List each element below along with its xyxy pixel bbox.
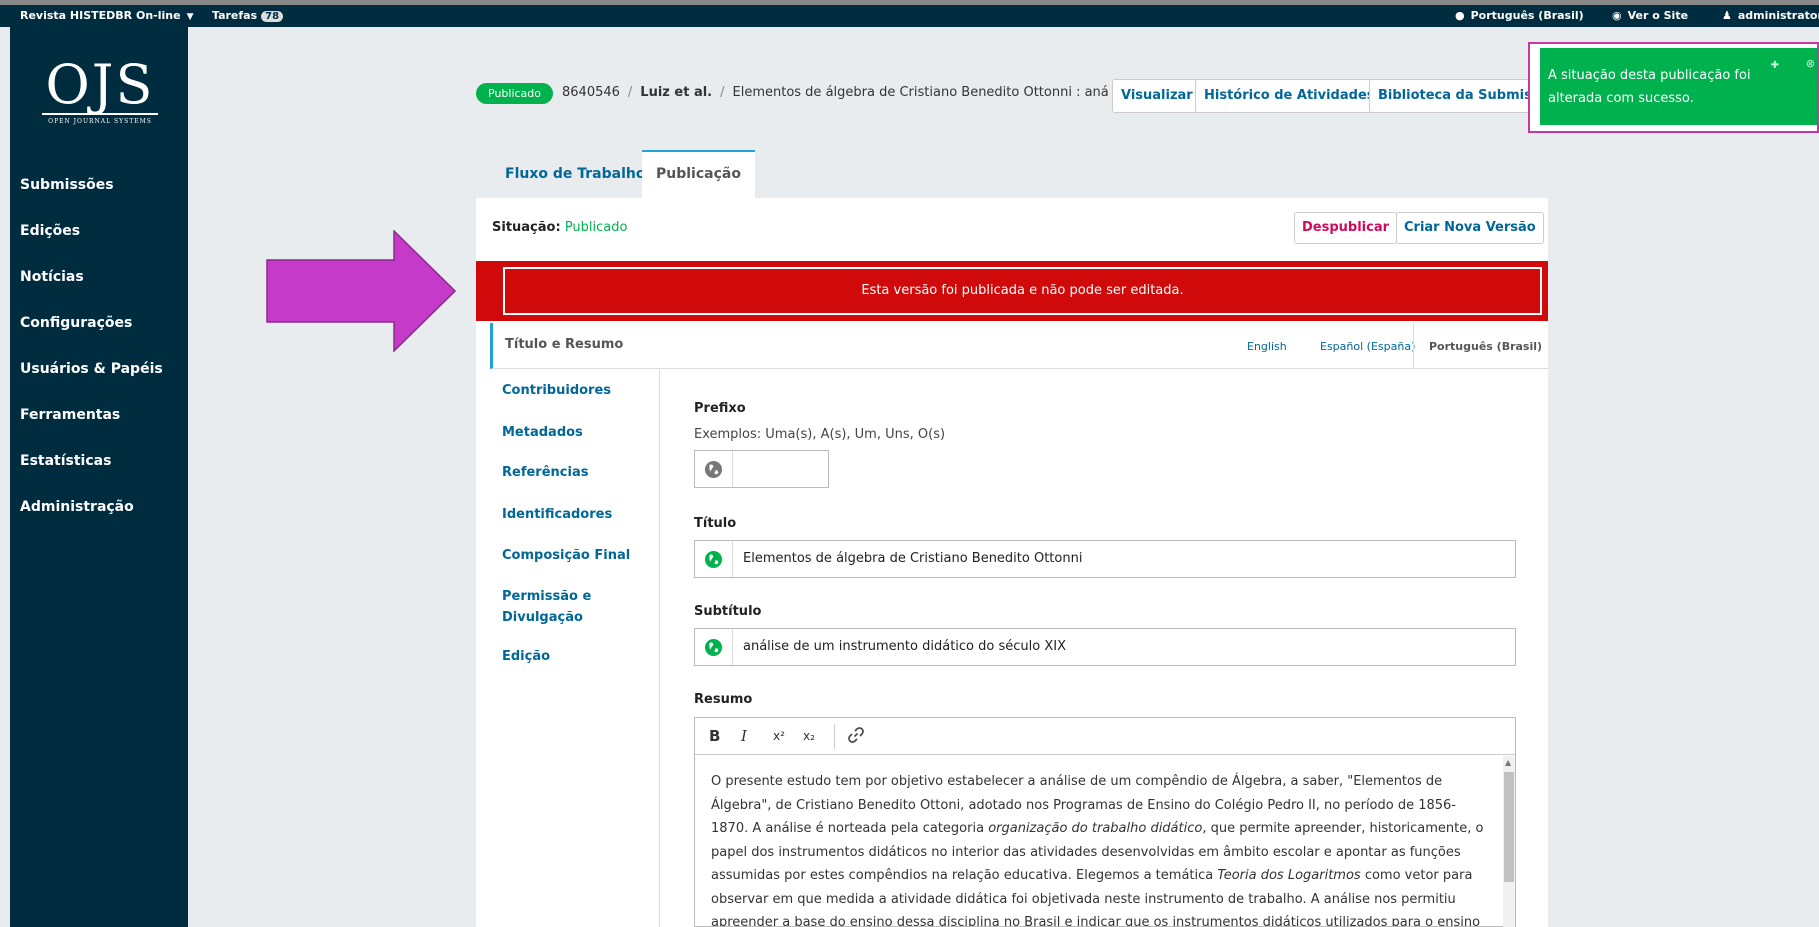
context-switcher[interactable]: Revista HISTEDBR On-line ▼ xyxy=(20,9,194,22)
sidebar-nav: Submissões Edições Notícias Configuraçõe… xyxy=(20,162,163,530)
lang-english[interactable]: English xyxy=(1247,340,1287,353)
globe-icon xyxy=(695,629,733,665)
subnav-identifiers[interactable]: Identificadores xyxy=(502,504,612,525)
breadcrumb-separator: / xyxy=(720,85,725,100)
abstract-editor[interactable]: B I x² x₂ O presente estudo tem por obje… xyxy=(694,717,1516,927)
prefix-hint: Exemplos: Uma(s), A(s), Um, Uns, O(s) xyxy=(694,427,946,442)
sidebar-item-tools[interactable]: Ferramentas xyxy=(20,392,163,438)
abstract-label: Resumo xyxy=(694,692,753,707)
title-input[interactable]: Elementos de álgebra de Cristiano Benedi… xyxy=(694,540,1516,578)
submission-authors: Luiz et al. xyxy=(640,85,713,100)
superscript-button[interactable]: x² xyxy=(773,729,785,743)
eye-icon: ◉ xyxy=(1612,9,1622,22)
view-button[interactable]: Visualizar xyxy=(1112,79,1202,113)
lang-portuguese[interactable]: Português (Brasil) xyxy=(1429,340,1542,353)
user-icon: ♟ xyxy=(1722,9,1732,22)
subnav-permissions-line1: Permissão e xyxy=(502,589,592,604)
tab-publication[interactable]: Publicação xyxy=(642,150,755,198)
toolbar-divider xyxy=(834,724,835,749)
status-badge: Publicado xyxy=(476,83,554,104)
status-label: Situação: xyxy=(492,220,561,235)
subnav-permissions-line2: Divulgação xyxy=(502,610,583,625)
ojs-logo[interactable]: OJS OPEN JOURNAL SYSTEMS xyxy=(35,57,165,125)
sidebar-item-settings[interactable]: Configurações xyxy=(20,300,163,346)
success-notification: ✚ ⊗ A situação desta publicação foi alte… xyxy=(1528,42,1819,133)
unpublish-button[interactable]: Despublicar xyxy=(1294,212,1398,244)
section-title[interactable]: Título e Resumo xyxy=(505,337,623,352)
pin-icon[interactable]: ✚ xyxy=(1771,54,1779,77)
notification-text: A situação desta publicação foi alterada… xyxy=(1548,68,1751,106)
notification-body: ✚ ⊗ A situação desta publicação foi alte… xyxy=(1540,48,1817,125)
section-header: Título e Resumo English Español (España)… xyxy=(490,323,1548,369)
tasks-link[interactable]: Tarefas 78 xyxy=(212,9,284,22)
subnav-references[interactable]: Referências xyxy=(502,462,588,483)
create-new-version-button[interactable]: Criar Nova Versão xyxy=(1396,212,1544,244)
annotation-arrow xyxy=(266,230,456,352)
logo-text: OJS xyxy=(41,57,159,115)
sidebar-item-issues[interactable]: Edições xyxy=(20,208,163,254)
globe-icon: ● xyxy=(1455,9,1465,22)
title-value: Elementos de álgebra de Cristiano Benedi… xyxy=(743,551,1083,566)
subnav-metadata[interactable]: Metadados xyxy=(502,422,583,443)
view-site-link[interactable]: ◉ Ver o Site xyxy=(1612,9,1688,22)
subnav-galleys[interactable]: Composição Final xyxy=(502,545,630,566)
scroll-up-icon[interactable]: ▲ xyxy=(1505,758,1511,767)
status-value: Publicado xyxy=(564,220,628,235)
sidebar-item-news[interactable]: Notícias xyxy=(20,254,163,300)
abstract-text[interactable]: O presente estudo tem por objetivo estab… xyxy=(695,756,1503,926)
editor-scrollbar[interactable]: ▲ xyxy=(1503,756,1515,927)
submission-title: Elementos de álgebra de Cristiano Benedi… xyxy=(732,85,1109,100)
tab-workflow[interactable]: Fluxo de Trabalho xyxy=(491,150,659,198)
subtitle-value: análise de um instrumento didático do sé… xyxy=(743,639,1066,654)
lang-divider xyxy=(1413,323,1414,369)
bold-button[interactable]: B xyxy=(709,727,720,745)
published-warning-banner: Esta versão foi publicada e não pode ser… xyxy=(476,261,1548,321)
publication-subnav: Contribuidores Metadados Referências Ide… xyxy=(490,370,660,927)
globe-icon xyxy=(695,451,733,487)
sidebar-item-users-roles[interactable]: Usuários & Papéis xyxy=(20,346,163,392)
activity-history-button[interactable]: Histórico de Atividades xyxy=(1195,79,1384,113)
subtitle-label: Subtítulo xyxy=(694,604,762,619)
tasks-count-badge: 78 xyxy=(261,11,284,22)
subnav-issue[interactable]: Edição xyxy=(502,646,550,667)
title-label: Título xyxy=(694,516,737,531)
logo-subtext: OPEN JOURNAL SYSTEMS xyxy=(48,118,152,125)
subnav-permissions[interactable]: Permissão e Divulgação xyxy=(502,586,591,628)
publication-panel: Situação: Publicado Despublicar Criar No… xyxy=(476,198,1548,927)
scroll-thumb[interactable] xyxy=(1504,772,1514,882)
breadcrumb: 8640546 / Luiz et al. / Elementos de álgebra… xyxy=(562,85,1109,100)
breadcrumb-separator: / xyxy=(627,85,633,100)
language-menu[interactable]: ● Português (Brasil) xyxy=(1455,9,1584,22)
view-site-label: Ver o Site xyxy=(1627,9,1689,22)
context-label: Revista HISTEDBR On-line xyxy=(20,9,181,22)
lang-spanish[interactable]: Español (España) xyxy=(1320,340,1415,353)
sidebar: OJS OPEN JOURNAL SYSTEMS Submissões Ediç… xyxy=(10,27,188,927)
publication-status: Situação: Publicado xyxy=(492,220,627,235)
italic-button[interactable]: I xyxy=(741,727,747,745)
tasks-label: Tarefas xyxy=(212,9,258,22)
editor-toolbar: B I x² x₂ xyxy=(695,718,1515,755)
subnav-contributors[interactable]: Contribuidores xyxy=(502,380,611,401)
banner-text: Esta versão foi publicada e não pode ser… xyxy=(503,267,1542,315)
link-icon[interactable] xyxy=(847,726,865,748)
prefix-label: Prefixo xyxy=(694,401,746,416)
prefix-input[interactable] xyxy=(694,450,829,488)
sidebar-item-administration[interactable]: Administração xyxy=(20,484,163,530)
subtitle-input[interactable]: análise de um instrumento didático do sé… xyxy=(694,628,1516,666)
sidebar-item-submissions[interactable]: Submissões xyxy=(20,162,163,208)
subscript-button[interactable]: x₂ xyxy=(803,729,815,743)
user-label: administrator xyxy=(1737,9,1819,22)
globe-icon xyxy=(695,541,733,577)
abstract-emphasis: organização do trabalho didático xyxy=(988,821,1203,836)
close-icon[interactable]: ⊗ xyxy=(1806,52,1815,75)
language-label: Português (Brasil) xyxy=(1470,9,1584,22)
top-bar: Revista HISTEDBR On-line ▼ Tarefas 78 ● Por… xyxy=(0,5,1819,27)
sidebar-item-statistics[interactable]: Estatísticas xyxy=(20,438,163,484)
user-menu[interactable]: ♟ administrator xyxy=(1722,9,1819,22)
abstract-emphasis: Teoria dos Logaritmos xyxy=(1217,868,1361,883)
caret-down-icon: ▼ xyxy=(186,12,194,22)
submission-id: 8640546 xyxy=(562,85,620,100)
